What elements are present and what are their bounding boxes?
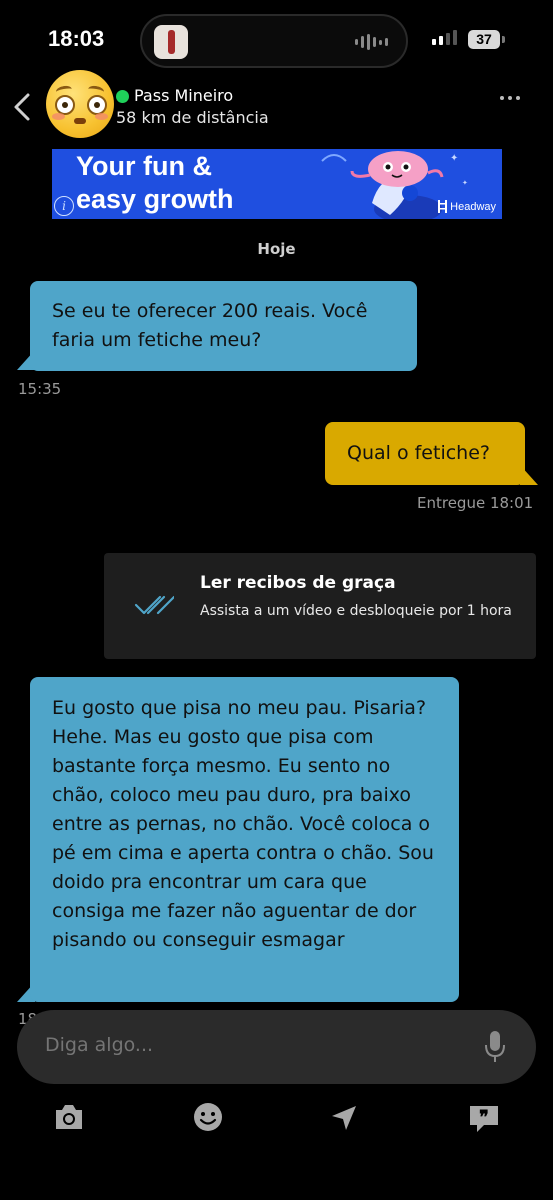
cellular-signal-icon [432,30,457,45]
promo-subtitle: Assista a um vídeo e desbloqueie por 1 h… [200,603,512,619]
ad-brand: Headway [438,200,496,213]
message-composer[interactable] [17,1010,536,1084]
avatar[interactable] [46,70,114,138]
audio-waveform-icon [355,34,388,50]
ad-brand-label: Headway [450,200,496,213]
message-text: Qual o fetiche? [347,442,490,464]
back-arrow-icon[interactable] [10,92,36,122]
smiley-icon[interactable] [193,1102,223,1132]
battery-tip-icon [502,36,505,43]
delivery-status: Entregue 18:01 [417,494,534,512]
ad-banner[interactable]: Your fun & easy growth ✦ ✦ i Headway [52,149,502,219]
svg-text:✦: ✦ [462,179,468,187]
double-check-icon [134,595,174,615]
svg-text:❞: ❞ [479,1107,489,1128]
ad-info-icon[interactable]: i [54,196,74,216]
promo-title: Ler recibos de graça [200,573,396,593]
headway-logo-icon [438,200,448,213]
camera-icon[interactable] [53,1102,85,1132]
contact-name[interactable]: Pass Mineiro [134,86,233,105]
now-playing-app-icon [154,25,188,59]
quote-bubble-icon[interactable]: ❞ [468,1102,500,1134]
outgoing-message[interactable]: Qual o fetiche? [325,422,525,485]
contact-distance: 58 km de distância [116,108,269,127]
ad-headline-line2: easy growth [76,184,234,214]
read-receipts-promo[interactable]: Ler recibos de graça Assista a um vídeo … [104,553,536,659]
dynamic-island[interactable] [140,14,408,68]
svg-text:✦: ✦ [450,153,458,164]
day-separator: Hoje [257,240,296,258]
incoming-message[interactable]: Eu gosto que pisa no meu pau. Pisaria? H… [30,677,459,1002]
more-options-icon[interactable] [500,96,520,100]
battery-indicator: 37 [468,30,500,49]
incoming-message[interactable]: Se eu te oferecer 200 reais. Você faria … [30,281,417,371]
location-arrow-icon[interactable] [330,1104,358,1132]
microphone-icon[interactable] [484,1030,506,1064]
message-text: Eu gosto que pisa no meu pau. Pisaria? H… [52,697,434,951]
message-time: 15:35 [18,380,62,398]
message-input[interactable] [45,1034,445,1056]
online-status-dot [116,90,129,103]
ad-headline-line1: Your fun & [76,151,212,181]
status-time: 18:03 [48,26,105,51]
message-text: Se eu te oferecer 200 reais. Você faria … [52,300,368,351]
